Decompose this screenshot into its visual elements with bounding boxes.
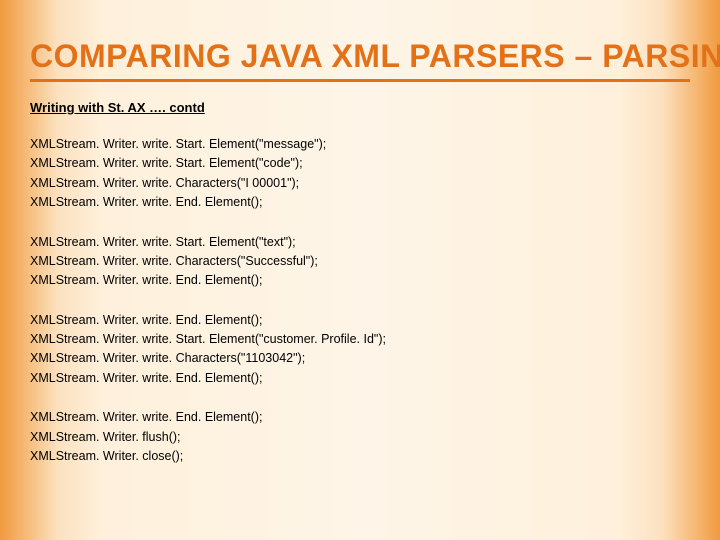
code-block-3: XMLStream. Writer. write. End. Element()… <box>30 311 690 389</box>
code-line: XMLStream. Writer. write. End. Element()… <box>30 271 690 290</box>
code-line: XMLStream. Writer. write. Characters("Su… <box>30 252 690 271</box>
code-line: XMLStream. Writer. write. Start. Element… <box>30 330 690 349</box>
code-line: XMLStream. Writer. flush(); <box>30 428 690 447</box>
code-block-4: XMLStream. Writer. write. End. Element()… <box>30 408 690 466</box>
code-line: XMLStream. Writer. write. End. Element()… <box>30 311 690 330</box>
code-line: XMLStream. Writer. write. Start. Element… <box>30 233 690 252</box>
slide: COMPARING JAVA XML PARSERS – PARSING XML… <box>0 0 720 540</box>
code-line: XMLStream. Writer. write. End. Element()… <box>30 408 690 427</box>
code-line: XMLStream. Writer. write. Characters("I … <box>30 174 690 193</box>
code-line: XMLStream. Writer. write. End. Element()… <box>30 193 690 212</box>
code-line: XMLStream. Writer. close(); <box>30 447 690 466</box>
slide-title: COMPARING JAVA XML PARSERS – PARSING XML <box>30 38 690 82</box>
code-line: XMLStream. Writer. write. End. Element()… <box>30 369 690 388</box>
code-line: XMLStream. Writer. write. Start. Element… <box>30 154 690 173</box>
code-line: XMLStream. Writer. write. Start. Element… <box>30 135 690 154</box>
slide-subtitle: Writing with St. AX …. contd <box>30 100 690 115</box>
code-line: XMLStream. Writer. write. Characters("11… <box>30 349 690 368</box>
code-block-2: XMLStream. Writer. write. Start. Element… <box>30 233 690 291</box>
code-block-1: XMLStream. Writer. write. Start. Element… <box>30 135 690 213</box>
